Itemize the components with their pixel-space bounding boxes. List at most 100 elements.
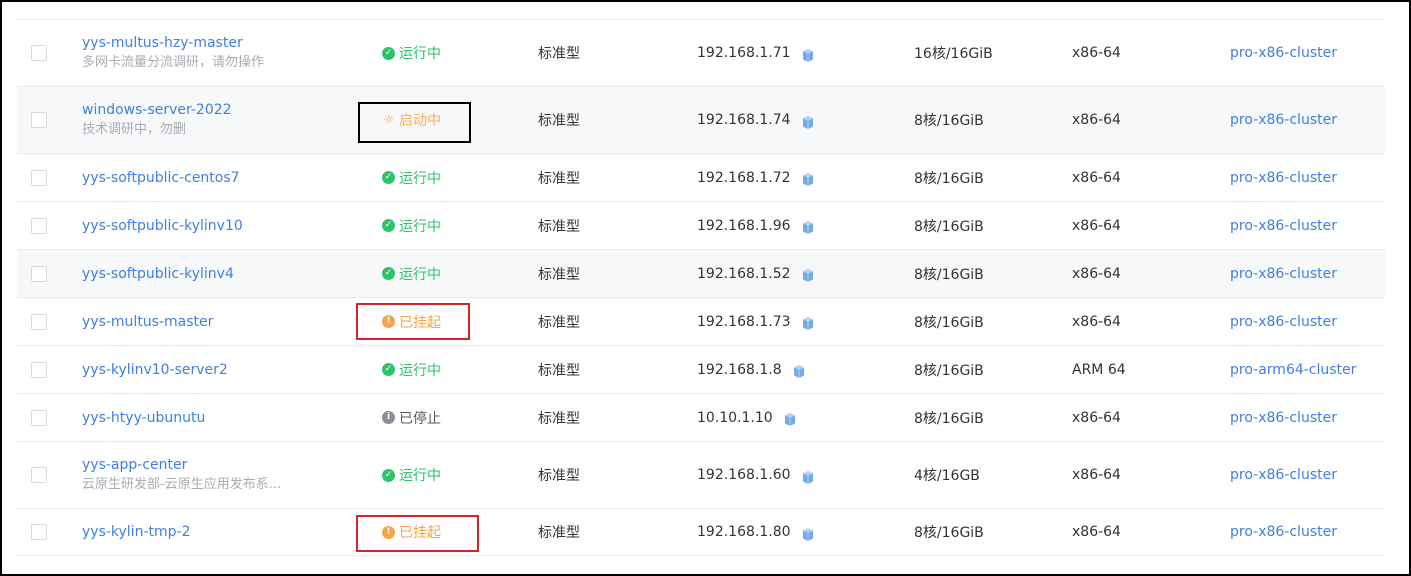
instance-arch: x86-64: [1072, 112, 1121, 128]
instance-type: 标准型: [538, 468, 580, 484]
table-row[interactable]: yys-softpublic-kylinv4 ✓ 运行中 标准型 192.168.1.5…: [17, 250, 1385, 298]
row-checkbox[interactable]: [31, 467, 47, 483]
table-row[interactable]: yys-kylin-tmp-2! 已挂起 标准型 192.168.1.80 8核/16G…: [17, 509, 1385, 556]
status-label: 运行中: [399, 468, 441, 484]
status-label: 运行中: [399, 170, 441, 187]
status-badge: ✓ 运行中: [382, 264, 441, 284]
table-row[interactable]: yys-softpublic-kylinv10 ✓ 运行中 标准型 192.168.1.…: [17, 202, 1385, 250]
instance-name-link[interactable]: yys-multus-master: [82, 312, 213, 332]
row-checkbox[interactable]: [31, 217, 47, 234]
instance-arch: x86-64: [1072, 313, 1121, 330]
instance-type: 标准型: [538, 362, 580, 379]
instance-spec: 4核/16GB: [914, 468, 980, 484]
instance-type: 标准型: [538, 266, 580, 283]
instance-name-link[interactable]: yys-app-center: [82, 455, 187, 475]
row-checkbox[interactable]: [31, 169, 47, 186]
table-row[interactable]: yys-multus-hzy-master 多网卡流量分流调研，请勿操作 ✓ 运行中 标…: [17, 20, 1385, 87]
ip-info-icon[interactable]: [802, 315, 813, 330]
row-checkbox[interactable]: [31, 313, 47, 330]
cluster-link[interactable]: pro-x86-cluster: [1230, 218, 1337, 234]
instance-arch: x86-64: [1072, 45, 1121, 61]
cluster-link[interactable]: pro-x86-cluster: [1230, 170, 1337, 186]
ip-info-icon[interactable]: [802, 219, 813, 234]
ip-address: 192.168.1.74: [697, 112, 791, 128]
instance-arch: ARM 64: [1072, 361, 1126, 378]
instance-arch: x86-64: [1072, 265, 1121, 282]
table-row[interactable]: yys-multus-master! 已挂起 标准型 192.168.1.73 8核/1…: [17, 298, 1385, 346]
instance-arch: x86-64: [1072, 169, 1121, 186]
status-badge: ✓ 运行中: [382, 465, 441, 485]
ip-address: 192.168.1.72: [697, 169, 791, 186]
status-label: 已挂起: [399, 525, 441, 541]
status-label: 启动中: [399, 113, 441, 129]
ip-address: 192.168.1.8: [697, 361, 782, 378]
instance-spec: 8核/16GiB: [914, 410, 984, 427]
instance-name-link[interactable]: yys-kylinv10-server2: [82, 360, 228, 380]
row-checkbox[interactable]: [31, 524, 47, 540]
status-badge: ✓ 运行中: [382, 360, 441, 380]
status-badge: ✓ 运行中: [382, 216, 441, 236]
instance-spec: 8核/16GiB: [914, 362, 984, 379]
instance-name-link[interactable]: yys-htyy-ubunutu: [82, 408, 205, 428]
instance-type: 标准型: [538, 525, 580, 541]
row-checkbox[interactable]: [31, 409, 47, 426]
ip-info-icon[interactable]: [802, 171, 813, 186]
ip-info-icon[interactable]: [802, 267, 813, 282]
instance-spec: 8核/16GiB: [914, 525, 984, 541]
status-label: 运行中: [399, 266, 441, 283]
table-row[interactable]: yys-softpublic-centos7 ✓ 运行中 标准型 192.168.1.7…: [17, 154, 1385, 202]
instance-spec: 16核/16GiB: [914, 46, 993, 62]
cluster-link[interactable]: pro-x86-cluster: [1230, 524, 1337, 540]
status-badge: ! 已挂起: [382, 522, 441, 542]
ip-info-icon[interactable]: [802, 47, 813, 62]
ip-address: 192.168.1.96: [697, 217, 791, 234]
cluster-link[interactable]: pro-x86-cluster: [1230, 112, 1337, 128]
instance-name-link[interactable]: yys-softpublic-centos7: [82, 168, 240, 188]
instance-arch: x86-64: [1072, 467, 1121, 483]
instance-name-link[interactable]: yys-softpublic-kylinv10: [82, 216, 243, 236]
status-label: 运行中: [399, 218, 441, 235]
cluster-link[interactable]: pro-x86-cluster: [1230, 266, 1337, 282]
check-circle-icon: ✓: [382, 363, 395, 376]
ip-info-icon[interactable]: [802, 469, 813, 484]
ip-info-icon[interactable]: [793, 363, 804, 378]
instance-name-link[interactable]: windows-server-2022: [82, 100, 232, 120]
row-checkbox[interactable]: [31, 361, 47, 378]
row-checkbox[interactable]: [31, 45, 47, 61]
cluster-link[interactable]: pro-x86-cluster: [1230, 467, 1337, 483]
table-row[interactable]: windows-server-2022 技术调研中，勿删 ☼ 启动中 标准型 192.16…: [17, 87, 1385, 154]
ip-info-icon[interactable]: [802, 526, 813, 541]
cluster-link[interactable]: pro-x86-cluster: [1230, 410, 1337, 426]
cluster-link[interactable]: pro-arm64-cluster: [1230, 362, 1356, 378]
ip-info-icon[interactable]: [802, 114, 813, 129]
ip-info-icon[interactable]: [784, 411, 795, 426]
row-checkbox[interactable]: [31, 112, 47, 128]
status-label: 运行中: [399, 362, 441, 379]
instance-type: 标准型: [538, 170, 580, 187]
instance-type: 标准型: [538, 410, 580, 427]
ip-address: 192.168.1.71: [697, 45, 791, 61]
check-circle-icon: ✓: [382, 46, 395, 60]
instance-arch: x86-64: [1072, 217, 1121, 234]
status-badge: i 已停止: [382, 408, 441, 428]
status-label: 已停止: [399, 410, 441, 427]
status-badge: ! 已挂起: [382, 312, 441, 332]
cluster-link[interactable]: pro-x86-cluster: [1230, 45, 1337, 61]
instance-spec: 8核/16GiB: [914, 170, 984, 187]
instance-description: 技术调研中，勿删: [82, 122, 187, 137]
check-circle-icon: ✓: [382, 171, 395, 184]
ip-address: 10.10.1.10: [697, 409, 773, 426]
instance-name-link[interactable]: yys-kylin-tmp-2: [82, 522, 191, 542]
cluster-link[interactable]: pro-x86-cluster: [1230, 314, 1337, 330]
row-checkbox[interactable]: [31, 265, 47, 282]
instance-name-link[interactable]: yys-softpublic-kylinv4: [82, 264, 234, 284]
table-row[interactable]: yys-kylinv10-server2 ✓ 运行中 标准型 192.168.1.8 8核…: [17, 346, 1385, 394]
instance-type: 标准型: [538, 46, 580, 62]
check-circle-icon: ✓: [382, 219, 395, 232]
table-row[interactable]: yys-app-center 云原生研发部-云原生应用发布系... ✓ 运行中 标准型 1…: [17, 442, 1385, 509]
ip-address: 192.168.1.73: [697, 313, 791, 330]
table-row[interactable]: yys-htyy-ubunutu i 已停止 标准型 10.10.1.10 8核/16Gi…: [17, 394, 1385, 442]
instance-type: 标准型: [538, 314, 580, 331]
instance-name-link[interactable]: yys-multus-hzy-master: [82, 33, 243, 53]
ip-address: 192.168.1.52: [697, 265, 791, 282]
